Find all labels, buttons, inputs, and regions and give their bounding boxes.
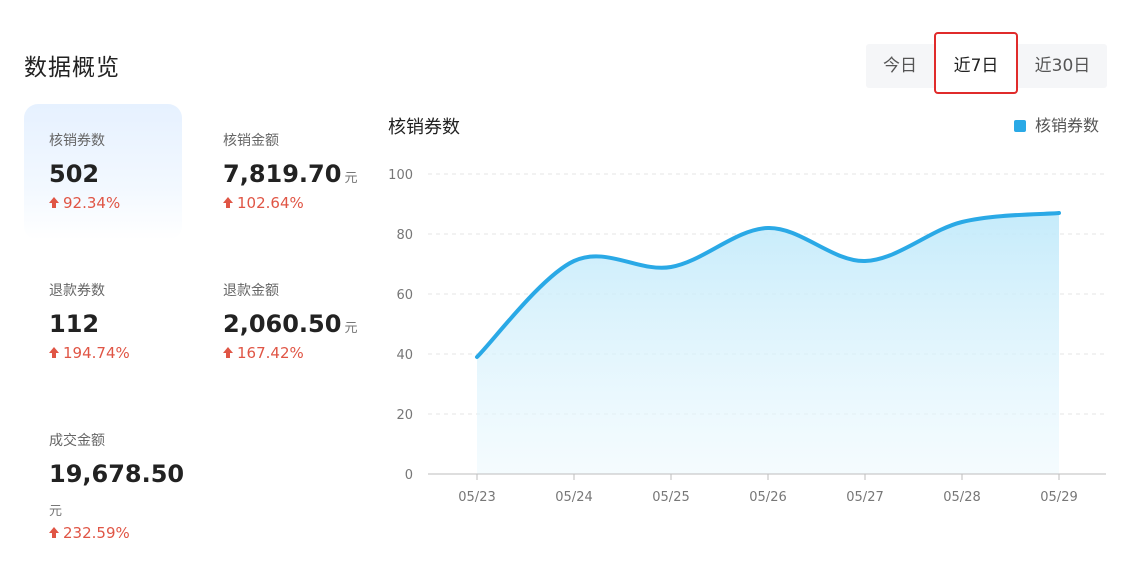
stat-label-verified-count: 核销券数 [49, 133, 105, 149]
stat-value-verified-count: 502 [49, 160, 100, 188]
stat-label-refund-count: 退款券数 [49, 283, 105, 299]
stat-change-verified-count: 92.34% [49, 194, 120, 212]
stat-value-refund-amount: 2,060.50 元 [223, 310, 358, 338]
y-tick-label: 80 [396, 228, 413, 243]
stat-change-refund-count: 194.74% [49, 344, 130, 362]
arrow-up-icon [49, 347, 59, 359]
x-tick-label: 05/23 [458, 490, 495, 505]
tab-today[interactable]: 今日 [866, 44, 934, 88]
stat-label-refund-amount: 退款金额 [223, 283, 279, 299]
stat-label-verified-amount: 核销金额 [223, 133, 279, 149]
y-tick-label: 60 [396, 288, 413, 303]
stat-change-verified-amount: 102.64% [223, 194, 304, 212]
x-tick-label: 05/24 [555, 490, 592, 505]
data-point [475, 355, 479, 359]
stat-card-verified-count[interactable] [24, 104, 182, 240]
tab-last-30-days[interactable]: 近30日 [1018, 44, 1107, 88]
stat-label-deal-amount: 成交金额 [49, 433, 105, 449]
y-tick-label: 20 [396, 408, 413, 423]
x-tick-label: 05/27 [846, 490, 883, 505]
legend-label: 核销券数 [1035, 116, 1100, 135]
data-point [572, 259, 576, 263]
arrow-up-icon [223, 197, 233, 209]
tab-last-7-days[interactable]: 近7日 [934, 44, 1018, 88]
y-tick-label: 0 [405, 468, 413, 483]
arrow-up-icon [49, 197, 59, 209]
arrow-up-icon [49, 527, 59, 539]
x-tick-label: 05/26 [749, 490, 786, 505]
data-point [766, 226, 770, 230]
stat-value-refund-count: 112 [49, 310, 100, 338]
series-area-fill [477, 213, 1059, 474]
stat-value-deal-amount: 19,678.50 [49, 460, 185, 488]
stat-value-verified-amount: 7,819.70 元 [223, 160, 358, 188]
chart-legend[interactable]: 核销券数 [1014, 112, 1099, 136]
page-title: 数据概览 [24, 55, 120, 81]
data-point [960, 220, 964, 224]
stat-unit-deal-amount: 元 [49, 504, 63, 519]
data-point [669, 265, 673, 269]
x-tick-label: 05/25 [652, 490, 689, 505]
x-tick-label: 05/29 [1040, 490, 1077, 505]
x-tick-label: 05/28 [943, 490, 980, 505]
y-tick-label: 100 [388, 168, 413, 183]
data-point [1057, 211, 1061, 215]
date-range-tabs: 今日 近7日 近30日 [866, 44, 1107, 88]
stat-change-refund-amount: 167.42% [223, 344, 304, 362]
data-point [863, 259, 867, 263]
arrow-up-icon [223, 347, 233, 359]
chart-area: 0 20 40 60 80 100 05/23 05/24 05/25 05/26 05/27 05/… [388, 168, 1106, 505]
chart-title: 核销券数 [388, 117, 460, 138]
stat-change-deal-amount: 232.59% [49, 524, 130, 542]
legend-swatch [1014, 120, 1026, 132]
y-tick-label: 40 [396, 348, 413, 363]
